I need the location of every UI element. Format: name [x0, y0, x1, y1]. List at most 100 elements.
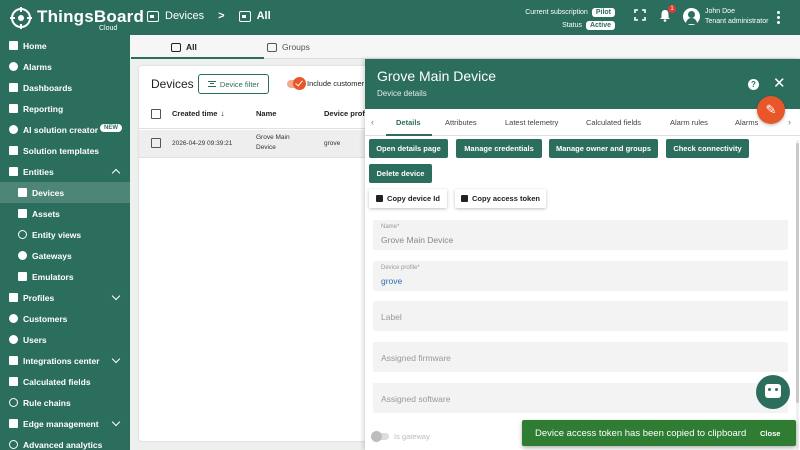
- user-avatar[interactable]: [683, 8, 700, 25]
- fullscreen-icon[interactable]: [634, 9, 646, 21]
- assigned-software-field[interactable]: Assigned software: [373, 383, 788, 413]
- tab-groups[interactable]: Groups: [267, 35, 310, 59]
- copy-access-token-button[interactable]: Copy access token: [455, 189, 546, 208]
- label-field[interactable]: Label: [373, 301, 788, 331]
- sidebar-item-label: Entity views: [32, 229, 82, 240]
- sidebar-item-advanced-analytics[interactable]: Advanced analytics: [0, 434, 130, 450]
- subscription-plan-badge[interactable]: Pilot: [591, 8, 615, 17]
- sidebar-item-entity-views[interactable]: Entity views: [0, 224, 130, 245]
- ai-icon: [9, 125, 18, 134]
- sidebar-item-entities[interactable]: Entities: [0, 161, 130, 182]
- sidebar-item-emulators[interactable]: Emulators: [0, 266, 130, 287]
- toast-message: Device access token has been copied to c…: [535, 428, 747, 439]
- more-menu-icon[interactable]: [776, 11, 780, 24]
- panel-scrollbar-thumb[interactable]: [796, 143, 799, 403]
- breadcrumb-devices[interactable]: Devices: [165, 10, 204, 22]
- calculated-fields-icon: [9, 377, 18, 386]
- customers-icon: [9, 314, 18, 323]
- row-device-profile: grove: [324, 140, 341, 147]
- ai-assistant-button[interactable]: [756, 375, 790, 409]
- device-profile-link[interactable]: grove: [381, 276, 402, 286]
- sidebar-item-dashboards[interactable]: Dashboards: [0, 77, 130, 98]
- sidebar-item-label: Advanced analytics: [23, 439, 103, 450]
- tab-all-label: All: [186, 42, 197, 52]
- sidebar-item-edge-management[interactable]: Edge management: [0, 413, 130, 434]
- panel-header: Grove Main Device Device details ? ✕: [365, 59, 800, 109]
- sidebar-item-profiles[interactable]: Profiles: [0, 287, 130, 308]
- robot-icon: [765, 384, 781, 398]
- tab-details[interactable]: Details: [396, 118, 421, 127]
- row-checkbox[interactable]: [151, 138, 161, 148]
- column-created-time-label: Created time: [172, 109, 218, 118]
- tab-attributes[interactable]: Attributes: [445, 118, 477, 127]
- sidebar-item-integrations-center[interactable]: Integrations center: [0, 350, 130, 371]
- sidebar-item-ai-solution-creator[interactable]: AI solution creator NEW: [0, 119, 130, 140]
- analytics-icon: [9, 440, 18, 449]
- sidebar-item-label: Rule chains: [23, 397, 71, 408]
- help-icon[interactable]: ?: [748, 79, 759, 90]
- sidebar-item-rule-chains[interactable]: Rule chains: [0, 392, 130, 413]
- subscription-label: Current subscription: [525, 9, 588, 16]
- tabs-scroll-right-icon[interactable]: ›: [788, 117, 791, 127]
- device-filter-button[interactable]: Device filter: [198, 74, 269, 94]
- reporting-icon: [9, 104, 18, 113]
- copy-device-id-button[interactable]: Copy device Id: [369, 189, 447, 208]
- name-field[interactable]: Name* Grove Main Device: [373, 220, 788, 250]
- sidebar-item-assets[interactable]: Assets: [0, 203, 130, 224]
- breadcrumb-all: All: [256, 10, 271, 22]
- devices-crumb-icon: [147, 10, 159, 22]
- close-icon[interactable]: ✕: [773, 76, 786, 91]
- alarm-icon: [9, 62, 18, 71]
- rule-chains-icon: [9, 398, 18, 407]
- brand[interactable]: ThingsBoard Cloud: [8, 5, 144, 32]
- users-icon: [9, 335, 18, 344]
- new-badge: NEW: [100, 124, 122, 132]
- column-created-time[interactable]: Created time ↓: [172, 109, 224, 118]
- chevron-down-icon: [111, 417, 121, 427]
- is-gateway-label: Is gateway: [394, 432, 430, 441]
- open-details-page-button[interactable]: Open details page: [369, 139, 448, 158]
- panel-tabs: ‹ Details Attributes Latest telemetry Ca…: [365, 109, 800, 136]
- tab-latest-telemetry[interactable]: Latest telemetry: [505, 118, 558, 127]
- check-connectivity-button[interactable]: Check connectivity: [666, 139, 749, 158]
- delete-device-button[interactable]: Delete device: [369, 164, 432, 183]
- brand-name: ThingsBoard: [37, 7, 145, 26]
- sidebar-item-users[interactable]: Users: [0, 329, 130, 350]
- assets-icon: [18, 209, 27, 218]
- user-info[interactable]: John Doe Tenant administrator: [705, 7, 768, 27]
- sidebar-item-reporting[interactable]: Reporting: [0, 98, 130, 119]
- sidebar-item-devices[interactable]: Devices: [0, 182, 130, 203]
- profiles-icon: [9, 293, 18, 302]
- row-name-line1: Grove Main: [256, 134, 290, 141]
- column-name[interactable]: Name: [256, 109, 276, 118]
- is-gateway-toggle-knob[interactable]: [371, 431, 382, 442]
- sidebar-item-alarms[interactable]: Alarms: [0, 56, 130, 77]
- entity-views-icon: [18, 230, 27, 239]
- assigned-firmware-field[interactable]: Assigned firmware: [373, 342, 788, 372]
- table-row[interactable]: 2026-04-29 09:39:21 Grove Main Device gr…: [139, 130, 379, 157]
- entities-icon: [9, 167, 18, 176]
- tab-all[interactable]: All: [171, 35, 197, 59]
- manage-credentials-button[interactable]: Manage credentials: [456, 139, 542, 158]
- column-device-profile[interactable]: Device profil: [324, 109, 369, 118]
- chevron-up-icon: [111, 168, 121, 178]
- sidebar-item-calculated-fields[interactable]: Calculated fields: [0, 371, 130, 392]
- tabs-scroll-left-icon[interactable]: ‹: [371, 117, 374, 127]
- select-all-checkbox[interactable]: [151, 109, 161, 119]
- breadcrumb-separator: >: [218, 10, 225, 22]
- toast-close-button[interactable]: Close: [760, 429, 780, 438]
- sidebar-item-customers[interactable]: Customers: [0, 308, 130, 329]
- sidebar-item-home[interactable]: Home: [0, 35, 130, 56]
- device-profile-field-label: Device profile*: [381, 265, 420, 271]
- sidebar-item-solution-templates[interactable]: Solution templates: [0, 140, 130, 161]
- active-tab-indicator: [131, 57, 264, 59]
- tab-alarm-rules[interactable]: Alarm rules: [670, 118, 708, 127]
- include-customer-toggle-knob[interactable]: [293, 77, 306, 90]
- device-profile-field[interactable]: Device profile* grove: [373, 261, 788, 291]
- tab-calculated-fields[interactable]: Calculated fields: [586, 118, 641, 127]
- manage-owner-groups-button[interactable]: Manage owner and groups: [549, 139, 658, 158]
- chevron-down-icon: [111, 291, 121, 301]
- tab-alarms[interactable]: Alarms: [735, 118, 758, 127]
- notification-count-badge: 1: [668, 5, 676, 13]
- sidebar-item-gateways[interactable]: Gateways: [0, 245, 130, 266]
